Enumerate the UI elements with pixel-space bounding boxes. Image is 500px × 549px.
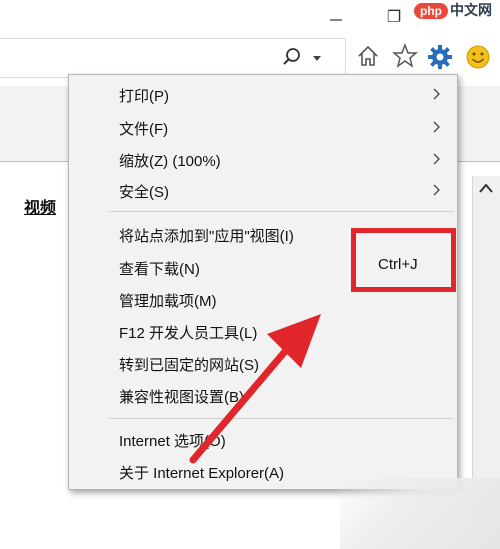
- highlight-box: [351, 228, 456, 292]
- chevron-down-icon[interactable]: [312, 55, 322, 63]
- watermark-brand-suffix: 中文网: [450, 2, 492, 18]
- submenu-arrow-icon: [433, 121, 440, 133]
- scroll-up-arrow-icon[interactable]: [478, 182, 494, 194]
- submenu-arrow-icon: [433, 153, 440, 165]
- watermark-corner: [340, 478, 500, 549]
- gear-icon[interactable]: [427, 44, 453, 70]
- menu-item-file[interactable]: 文件(F): [119, 118, 168, 139]
- menu-item-add-site-to-apps[interactable]: 将站点添加到"应用"视图(I): [119, 225, 294, 246]
- restore-button[interactable]: ❐: [384, 8, 404, 28]
- video-link[interactable]: 视频: [24, 194, 56, 218]
- watermark-logo: php 中文网: [414, 0, 500, 28]
- menu-item-view-downloads[interactable]: 查看下载(N): [119, 258, 200, 279]
- annotation-arrow-icon: [189, 314, 321, 464]
- menu-item-zoom[interactable]: 缩放(Z) (100%): [119, 150, 221, 171]
- minimize-button[interactable]: [326, 8, 346, 28]
- search-icon[interactable]: [282, 47, 302, 67]
- watermark-brand: php: [414, 3, 448, 19]
- menu-item-print[interactable]: 打印(P): [119, 85, 169, 106]
- submenu-arrow-icon: [433, 184, 440, 196]
- smiley-icon[interactable]: [465, 44, 491, 70]
- submenu-arrow-icon: [433, 88, 440, 100]
- home-icon[interactable]: [356, 44, 380, 68]
- menu-separator: [109, 211, 453, 212]
- menu-item-security[interactable]: 安全(S): [119, 181, 169, 202]
- star-icon[interactable]: [392, 43, 418, 69]
